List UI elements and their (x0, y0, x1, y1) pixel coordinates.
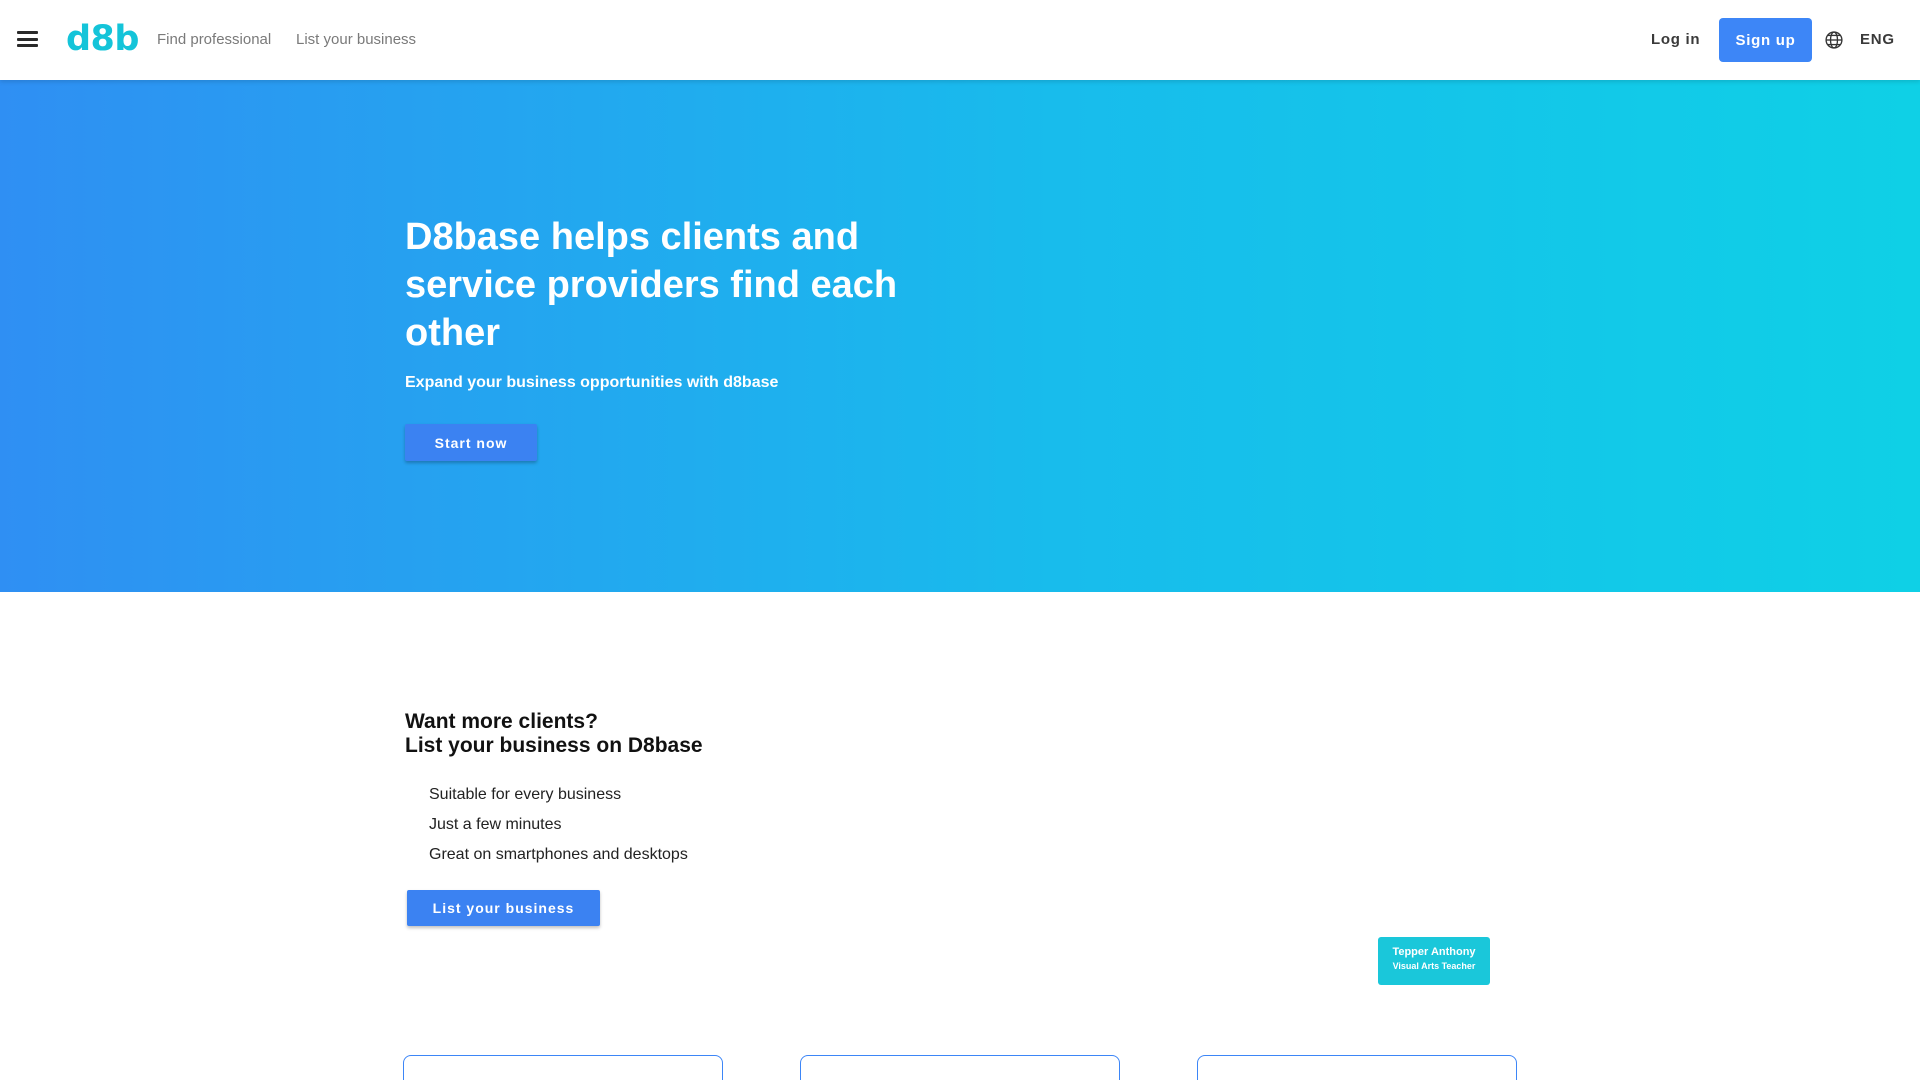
list-your-business-button[interactable]: List your business (407, 890, 600, 926)
feature-item: Just a few minutes (429, 816, 562, 833)
nav-find-professional[interactable]: Find professional (157, 31, 271, 49)
login-link[interactable]: Log in (1651, 31, 1700, 49)
professional-role: Visual Arts Teacher (1392, 961, 1476, 971)
section-title: Want more clients? List your business on… (405, 710, 703, 758)
feature-item: Great on smartphones and desktops (429, 846, 688, 863)
hero-section: D8base helps clients and service provide… (0, 80, 1920, 592)
globe-icon[interactable] (1824, 30, 1844, 50)
feature-item: Suitable for every business (429, 786, 622, 803)
d8b-logo[interactable]: d8b (66, 17, 139, 61)
signup-button[interactable]: Sign up (1719, 18, 1812, 62)
feature-list: Suitable for every business Just a few m… (429, 780, 688, 870)
hero-title: D8base helps clients and service provide… (405, 216, 898, 354)
hero-subtitle: Expand your business opportunities with … (405, 374, 779, 391)
section-title-line1: Want more clients? (405, 710, 598, 733)
language-selector[interactable]: ENG (1860, 31, 1895, 49)
info-card (800, 1055, 1120, 1080)
info-card (1197, 1055, 1517, 1080)
info-card (403, 1055, 723, 1080)
nav-list-your-business[interactable]: List your business (296, 31, 416, 49)
start-now-button[interactable]: Start now (405, 424, 537, 461)
hamburger-menu-icon[interactable] (17, 31, 38, 49)
section-title-line2: List your business on D8base (405, 734, 703, 757)
top-header: d8b Find professional List your business… (0, 0, 1920, 80)
professional-card: Tepper Anthony Visual Arts Teacher (1378, 937, 1490, 985)
professional-name: Tepper Anthony (1392, 946, 1476, 958)
